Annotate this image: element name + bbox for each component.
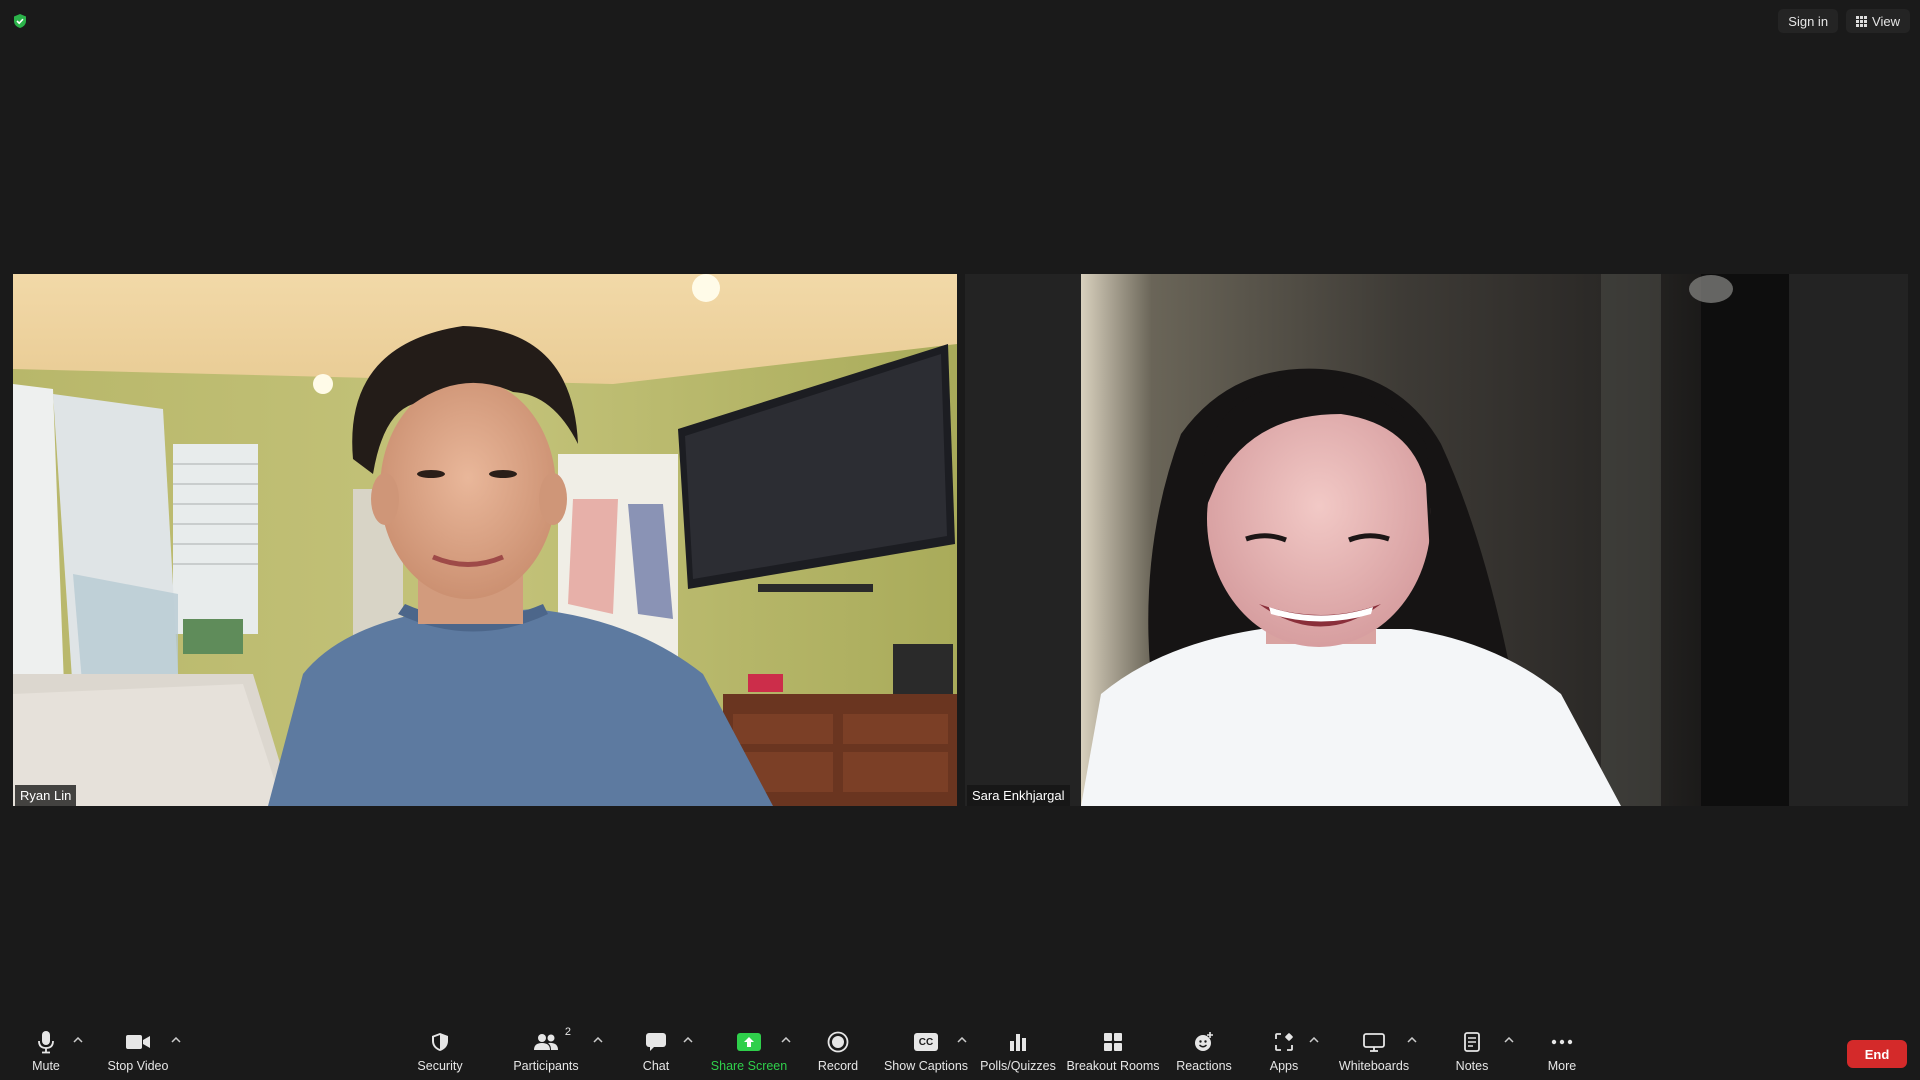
chat-button[interactable]: Chat [636,1030,676,1078]
security-shield-icon [431,1030,449,1054]
share-options-caret-icon[interactable] [780,1034,792,1046]
mute-button[interactable]: Mute [26,1030,66,1078]
meeting-controls-toolbar: Mute Stop Video Security 2 Participants … [0,1020,1920,1080]
encryption-shield-icon[interactable] [12,13,28,29]
more-dots-icon [1551,1030,1573,1054]
security-button[interactable]: Security [414,1030,466,1078]
view-button[interactable]: View [1846,9,1910,33]
notes-button[interactable]: Notes [1452,1030,1492,1078]
record-label: Record [817,1059,859,1073]
participants-label: Participants [513,1059,579,1073]
sign-in-label: Sign in [1788,13,1829,29]
apps-options-caret-icon[interactable] [1308,1034,1320,1046]
chat-options-caret-icon[interactable] [682,1034,694,1046]
record-button[interactable]: Record [815,1030,861,1078]
show-captions-label: Show Captions [883,1059,969,1073]
reactions-label: Reactions [1176,1059,1232,1073]
stop-video-label: Stop Video [107,1059,169,1073]
grid-view-icon [1856,15,1868,27]
participants-count-badge: 2 [564,1026,571,1038]
whiteboards-button[interactable]: Whiteboards [1338,1030,1410,1078]
share-screen-button[interactable]: Share Screen [710,1030,788,1078]
video-camera-icon [125,1030,151,1054]
share-screen-arrow-icon [737,1030,761,1054]
closed-captions-icon: CC [914,1030,938,1054]
security-label: Security [417,1059,463,1073]
apps-button[interactable]: Apps [1264,1030,1304,1078]
bar-chart-icon [1008,1030,1028,1054]
polls-quizzes-button[interactable]: Polls/Quizzes [980,1030,1056,1078]
chat-bubble-icon [645,1030,667,1054]
participants-button[interactable]: 2 Participants [512,1026,580,1078]
breakout-rooms-grid-icon [1103,1030,1123,1054]
record-icon [827,1030,849,1054]
top-bar: Sign in View [0,0,1920,40]
whiteboard-icon [1363,1030,1385,1054]
apps-icon [1274,1030,1294,1054]
view-label: View [1872,13,1900,29]
whiteboards-label: Whiteboards [1338,1059,1410,1073]
more-label: More [1547,1059,1577,1073]
participant-video-feed [1081,274,1789,806]
video-options-caret-icon[interactable] [170,1034,182,1046]
breakout-rooms-label: Breakout Rooms [1066,1059,1160,1073]
participant-video-feed [13,274,957,806]
notes-options-caret-icon[interactable] [1503,1034,1515,1046]
participants-icon: 2 [533,1026,571,1054]
chat-label: Chat [642,1059,670,1073]
emoji-reaction-icon [1193,1030,1215,1054]
audio-options-caret-icon[interactable] [72,1034,84,1046]
end-meeting-button[interactable]: End [1847,1040,1907,1068]
participant-video-tile[interactable]: Ryan Lin [13,274,957,806]
polls-quizzes-label: Polls/Quizzes [980,1059,1056,1073]
whiteboards-options-caret-icon[interactable] [1406,1034,1418,1046]
mute-label: Mute [32,1059,60,1073]
captions-options-caret-icon[interactable] [956,1034,968,1046]
participant-name-tag: Ryan Lin [15,785,77,806]
sign-in-button[interactable]: Sign in [1778,9,1839,33]
notes-label: Notes [1455,1059,1489,1073]
microphone-icon [37,1030,55,1054]
more-button[interactable]: More [1542,1030,1582,1078]
participants-options-caret-icon[interactable] [592,1034,604,1046]
video-gallery: Ryan Lin Sara Enkhjargal [0,274,1920,806]
share-screen-label: Share Screen [710,1059,788,1073]
participant-name-tag: Sara Enkhjargal [967,785,1070,806]
stop-video-button[interactable]: Stop Video [104,1030,172,1078]
breakout-rooms-button[interactable]: Breakout Rooms [1066,1030,1160,1078]
participant-video-tile[interactable]: Sara Enkhjargal [965,274,1908,806]
notes-document-icon [1463,1030,1481,1054]
reactions-button[interactable]: Reactions [1176,1030,1232,1078]
apps-label: Apps [1269,1059,1299,1073]
